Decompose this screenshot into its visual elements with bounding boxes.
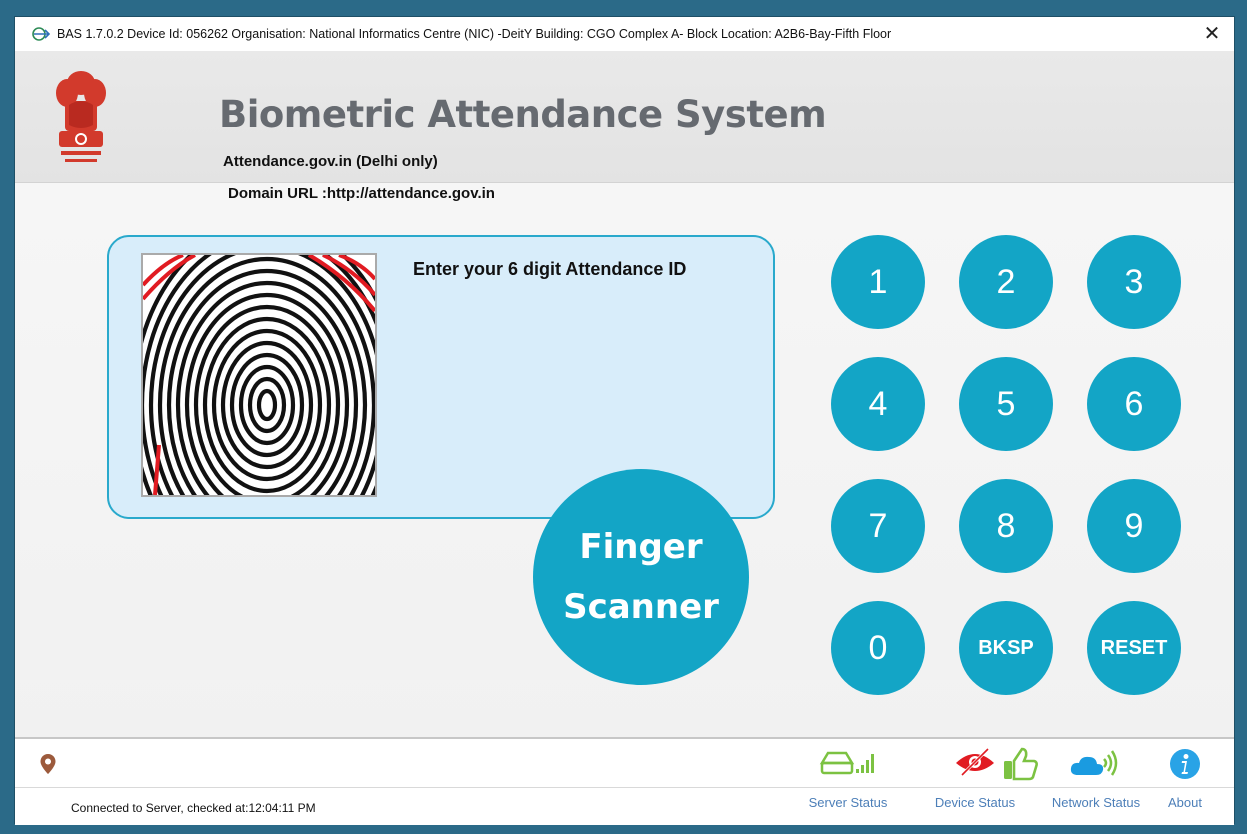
key-1[interactable]: 1 <box>831 235 925 329</box>
scanner-label-line2: Scanner <box>563 587 719 627</box>
app-title: Biometric Attendance System <box>219 93 827 136</box>
app-subtitle: Attendance.gov.in (Delhi only) <box>223 153 438 170</box>
key-7[interactable]: 7 <box>831 479 925 573</box>
national-emblem-icon <box>56 71 106 162</box>
location-pin-icon[interactable] <box>39 753 57 775</box>
server-status-label: Server Status <box>808 795 888 810</box>
header: Biometric Attendance System Attendance.g… <box>15 51 1234 183</box>
scanner-label-line1: Finger <box>579 527 703 567</box>
close-button[interactable]: ✕ <box>1198 21 1226 47</box>
key-3[interactable]: 3 <box>1087 235 1181 329</box>
key-8[interactable]: 8 <box>959 479 1053 573</box>
connection-status-text: Connected to Server, checked at:12:04:11… <box>71 801 316 815</box>
reset-button[interactable]: RESET <box>1087 601 1181 695</box>
attendance-id-prompt: Enter your 6 digit Attendance ID <box>413 259 687 279</box>
about-button[interactable]: About <box>1145 747 1225 810</box>
thumbs-up-icon <box>1004 747 1038 781</box>
network-status[interactable]: Network Status <box>1041 747 1151 810</box>
info-icon <box>1170 749 1200 779</box>
finger-scanner-button[interactable]: Finger Scanner <box>533 469 749 685</box>
key-2[interactable]: 2 <box>959 235 1053 329</box>
key-0[interactable]: 0 <box>831 601 925 695</box>
network-status-label: Network Status <box>1051 795 1141 810</box>
window-title: BAS 1.7.0.2 Device Id: 056262 Organisati… <box>57 27 892 41</box>
key-5[interactable]: 5 <box>959 357 1053 451</box>
status-bar: Server Status Device Status Network Stat… <box>15 737 1234 825</box>
domain-url: Domain URL :http://attendance.gov.in <box>228 185 495 202</box>
server-status[interactable]: Server Status <box>793 747 903 810</box>
key-9[interactable]: 9 <box>1087 479 1181 573</box>
device-status-label: Device Status <box>934 795 1016 810</box>
backspace-button[interactable]: BKSP <box>959 601 1053 695</box>
key-4[interactable]: 4 <box>831 357 925 451</box>
title-bar: BAS 1.7.0.2 Device Id: 056262 Organisati… <box>15 17 1234 51</box>
key-6[interactable]: 6 <box>1087 357 1181 451</box>
fingerprint-icon <box>143 255 375 495</box>
server-signal-icon <box>819 751 874 775</box>
status-divider <box>15 787 1234 788</box>
fingerprint-preview <box>141 253 377 497</box>
about-label: About <box>1168 795 1202 810</box>
network-cloud-icon <box>1070 750 1118 776</box>
app-arrow-icon <box>32 27 51 41</box>
app-window: BAS 1.7.0.2 Device Id: 056262 Organisati… <box>14 16 1235 825</box>
